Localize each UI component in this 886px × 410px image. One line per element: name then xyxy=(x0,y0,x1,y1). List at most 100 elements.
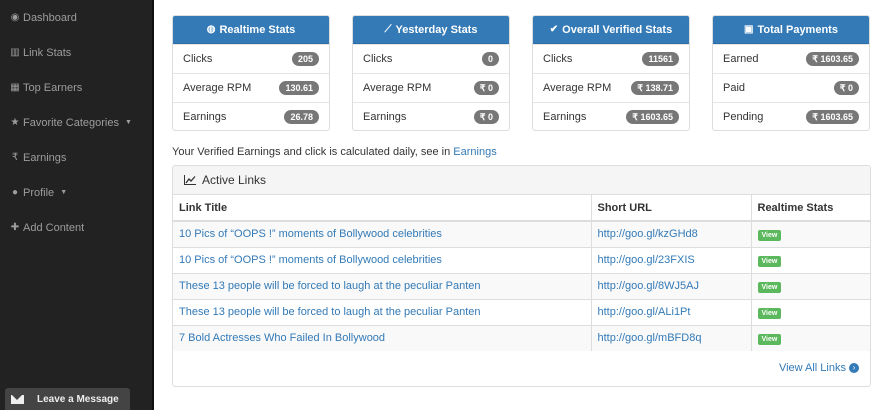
stat-badge: 0 xyxy=(481,52,499,66)
link-title[interactable]: These 13 people will be forced to laugh … xyxy=(179,280,480,292)
overall-verified-stats-panel: ✔ Overall Verified Stats Clicks 11561 Av… xyxy=(532,15,690,131)
stat-label: Clicks xyxy=(363,53,393,65)
stat-badge: ₹ 1603.65 xyxy=(806,110,859,124)
sidebar-item-label: Favorite Categories xyxy=(23,116,119,129)
stat-row: Average RPM ₹ 0 xyxy=(353,73,509,102)
view-button[interactable]: View xyxy=(757,229,782,241)
link-title[interactable]: 7 Bold Actresses Who Failed In Bollywood xyxy=(179,332,385,344)
sidebar-item-label: Top Earners xyxy=(23,81,83,94)
dashboard-icon: ◉ xyxy=(10,12,20,23)
stat-label: Paid xyxy=(723,82,746,94)
arrow-circle-right-icon: › xyxy=(849,363,859,373)
column-header: Realtime Stats xyxy=(751,195,870,222)
view-all-links-link[interactable]: View All Links › xyxy=(779,362,859,374)
leave-message-label: Leave a Message xyxy=(37,393,119,405)
sidebar-item-top-earners[interactable]: ▦ Top Earners xyxy=(0,70,154,105)
sidebar-item-link-stats[interactable]: ▥ Link Stats xyxy=(0,35,154,70)
link-title-cell: 10 Pics of “OOPS !” moments of Bollywood… xyxy=(173,220,592,247)
short-url-link[interactable]: http://goo.gl/ALi1Pt xyxy=(598,306,691,318)
stats-cell: View xyxy=(751,272,870,299)
stats-cell: View xyxy=(751,220,870,247)
stat-label: Clicks xyxy=(543,53,573,65)
panel-header: ▣ Total Payments xyxy=(713,16,869,44)
stat-badge: ₹ 1603.65 xyxy=(806,52,859,66)
sidebar-item-earnings[interactable]: ₹ Earnings xyxy=(0,140,154,175)
caret-down-icon: ▼ xyxy=(125,119,132,126)
stat-label: Earnings xyxy=(183,111,227,123)
bar-chart-icon: ▥ xyxy=(10,47,20,58)
stat-row: Pending ₹ 1603.65 xyxy=(713,102,869,130)
globe-icon: ◍ xyxy=(206,24,216,35)
link-title-cell: These 13 people will be forced to laugh … xyxy=(173,298,592,325)
envelope-icon xyxy=(11,394,24,404)
view-button[interactable]: View xyxy=(757,307,782,319)
plus-icon: ✚ xyxy=(10,222,20,233)
stat-label: Earnings xyxy=(543,111,587,123)
panel-title: Overall Verified Stats xyxy=(562,23,673,36)
user-icon: ● xyxy=(11,187,19,198)
stat-row: Earned ₹ 1603.65 xyxy=(713,44,869,73)
stat-badge: 26.78 xyxy=(284,110,319,124)
link-title-cell: 10 Pics of “OOPS !” moments of Bollywood… xyxy=(173,246,592,273)
view-button[interactable]: View xyxy=(757,333,782,345)
panel-header: ✔ Overall Verified Stats xyxy=(533,16,689,44)
stat-row: Average RPM 130.61 xyxy=(173,73,329,102)
link-title[interactable]: These 13 people will be forced to laugh … xyxy=(179,306,480,318)
panel-title: Yesterday Stats xyxy=(395,23,478,36)
sidebar-item-profile[interactable]: ● Profile ▼ xyxy=(0,175,154,210)
rupee-icon: ₹ xyxy=(11,152,19,163)
sidebar: ◉ Dashboard ▥ Link Stats ▦ Top Earners ★… xyxy=(0,0,154,410)
panel-header: ◍ Realtime Stats xyxy=(173,16,329,44)
earnings-note: Your Verified Earnings and click is calc… xyxy=(172,146,497,158)
view-button[interactable]: View xyxy=(757,281,782,293)
short-url-link[interactable]: http://goo.gl/kzGHd8 xyxy=(598,228,698,240)
earnings-link[interactable]: Earnings xyxy=(453,146,496,158)
stat-label: Pending xyxy=(723,111,764,123)
money-icon: ▣ xyxy=(744,24,754,35)
link-title[interactable]: 10 Pics of “OOPS !” moments of Bollywood… xyxy=(179,228,442,240)
sidebar-item-favorite-categories[interactable]: ★ Favorite Categories ▼ xyxy=(0,105,154,140)
short-url-cell: http://goo.gl/mBFD8q xyxy=(591,324,752,351)
stat-badge: 130.61 xyxy=(279,81,319,95)
stat-label: Average RPM xyxy=(363,82,432,94)
main-content: ◍ Realtime Stats Clicks 205 Average RPM … xyxy=(154,0,886,410)
stat-row: Earnings ₹ 1603.65 xyxy=(533,102,689,130)
stat-row: Clicks 205 xyxy=(173,44,329,73)
sidebar-item-label: Link Stats xyxy=(23,46,72,59)
stat-badge: ₹ 138.71 xyxy=(631,81,679,95)
panel-title: Realtime Stats xyxy=(219,23,296,36)
stat-badge: 11561 xyxy=(642,52,679,66)
short-url-cell: http://goo.gl/8WJ5AJ xyxy=(591,272,752,299)
sidebar-item-add-content[interactable]: ✚ Add Content xyxy=(0,210,154,245)
active-links-panel: Active Links Link Title Short URL Realti… xyxy=(172,165,871,387)
stat-row: Earnings 26.78 xyxy=(173,102,329,130)
line-chart-icon: ⟋ xyxy=(384,24,392,35)
stats-cell: View xyxy=(751,298,870,325)
stat-row: Average RPM ₹ 138.71 xyxy=(533,73,689,102)
view-button[interactable]: View xyxy=(757,255,782,267)
leave-message-button[interactable]: Leave a Message xyxy=(5,388,130,410)
table-row: 10 Pics of “OOPS !” moments of Bollywood… xyxy=(173,246,870,273)
sidebar-item-label: Earnings xyxy=(23,151,67,164)
link-title[interactable]: 10 Pics of “OOPS !” moments of Bollywood… xyxy=(179,254,442,266)
stat-badge: ₹ 0 xyxy=(473,81,499,95)
total-payments-panel: ▣ Total Payments Earned ₹ 1603.65 Paid ₹… xyxy=(712,15,870,131)
stat-badge: ₹ 0 xyxy=(473,110,499,124)
stat-badge: 205 xyxy=(291,52,319,66)
stat-label: Earnings xyxy=(363,111,407,123)
links-table: Link Title Short URL Realtime Stats 10 P… xyxy=(173,195,870,351)
sidebar-item-dashboard[interactable]: ◉ Dashboard xyxy=(0,0,154,35)
stat-label: Average RPM xyxy=(183,82,252,94)
short-url-link[interactable]: http://goo.gl/23FXIS xyxy=(598,254,695,266)
short-url-link[interactable]: http://goo.gl/8WJ5AJ xyxy=(598,280,700,292)
yesterday-stats-panel: ⟋ Yesterday Stats Clicks 0 Average RPM ₹… xyxy=(352,15,510,131)
stat-label: Average RPM xyxy=(543,82,612,94)
table-row: 10 Pics of “OOPS !” moments of Bollywood… xyxy=(173,220,870,247)
panel-header: Active Links xyxy=(173,166,870,195)
line-chart-icon xyxy=(184,175,196,185)
short-url-link[interactable]: http://goo.gl/mBFD8q xyxy=(598,332,702,344)
stat-row: Earnings ₹ 0 xyxy=(353,102,509,130)
link-title-cell: 7 Bold Actresses Who Failed In Bollywood xyxy=(173,324,592,351)
link-title-cell: These 13 people will be forced to laugh … xyxy=(173,272,592,299)
short-url-cell: http://goo.gl/ALi1Pt xyxy=(591,298,752,325)
